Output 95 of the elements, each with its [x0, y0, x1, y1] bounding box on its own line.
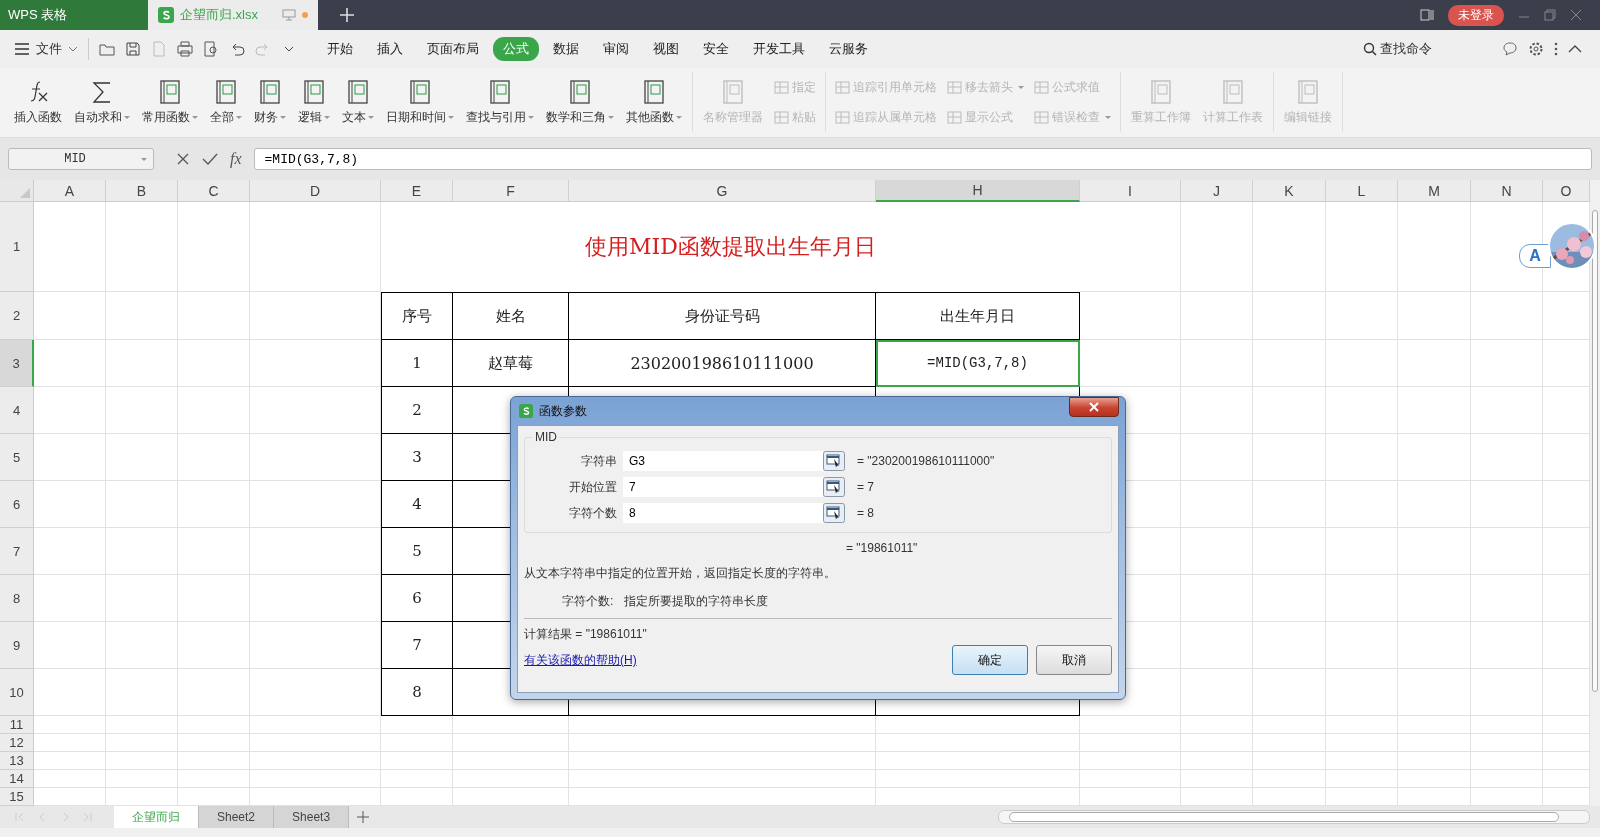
menu-tab[interactable]: 审阅: [593, 37, 639, 61]
menu-tab[interactable]: 插入: [367, 37, 413, 61]
argument-result: = 8: [857, 506, 874, 520]
sheet-title: 使用MID函数提取出生年月日: [381, 202, 1080, 292]
argument-result: = "230200198610111000": [857, 454, 995, 468]
row-header[interactable]: 11: [0, 716, 34, 734]
ribbon-button[interactable]: 全部: [206, 76, 246, 128]
column-header[interactable]: I: [1080, 180, 1181, 202]
argument-result: = 7: [857, 480, 874, 494]
table-cell: 8: [381, 669, 453, 716]
argument-label: 开始位置: [568, 478, 618, 496]
dialog-button[interactable]: 确定: [952, 645, 1028, 675]
sheet-tab[interactable]: Sheet2: [199, 806, 275, 828]
column-header[interactable]: O: [1543, 180, 1590, 202]
ribbon-button[interactable]: 数学和三角: [542, 76, 618, 128]
ribbon-button[interactable]: 自动求和: [70, 76, 134, 128]
table-cell: 7: [381, 622, 453, 669]
menu-tab[interactable]: 数据: [543, 37, 589, 61]
row-header[interactable]: 12: [0, 734, 34, 752]
argument-name: 字符个数:: [562, 593, 615, 610]
function-description: 从文本字符串中指定的位置开始，返回指定长度的字符串。: [524, 565, 837, 582]
argument-field[interactable]: 7: [623, 477, 823, 497]
help-link[interactable]: 有关该函数的帮助(H): [524, 651, 637, 669]
login-button[interactable]: 未登录: [1448, 4, 1504, 26]
calculation-result: 计算结果 = "19861011": [524, 626, 648, 643]
row-header[interactable]: 5: [0, 434, 34, 481]
row-header[interactable]: 14: [0, 770, 34, 788]
dialog-title: 函数参数: [539, 402, 587, 420]
table-header-cell: 姓名: [453, 292, 569, 340]
menu-tab[interactable]: 开始: [317, 37, 363, 61]
table-cell: 230200198610111000: [569, 340, 876, 387]
column-header[interactable]: D: [250, 180, 381, 202]
argument-description: 指定所要提取的字符串长度: [624, 593, 768, 610]
ribbon-button[interactable]: 文本: [338, 76, 378, 128]
table-cell: 6: [381, 575, 453, 622]
column-header[interactable]: L: [1326, 180, 1398, 202]
menu-tab[interactable]: 页面布局: [417, 37, 489, 61]
row-header[interactable]: 6: [0, 481, 34, 528]
function-name: MID: [534, 430, 558, 444]
menu-tab[interactable]: 开发工具: [743, 37, 815, 61]
column-header[interactable]: B: [106, 180, 178, 202]
argument-field[interactable]: G3: [623, 451, 823, 471]
column-header[interactable]: E: [381, 180, 453, 202]
table-header-cell: 序号: [381, 292, 453, 340]
argument-label: 字符个数: [568, 504, 618, 522]
menu-tab[interactable]: 视图: [643, 37, 689, 61]
dialog-button[interactable]: 取消: [1036, 645, 1112, 675]
row-header[interactable]: 13: [0, 752, 34, 770]
floating-button[interactable]: A: [1519, 244, 1551, 268]
row-header[interactable]: 8: [0, 575, 34, 622]
row-header[interactable]: 2: [0, 292, 34, 340]
name-box[interactable]: MID: [8, 148, 154, 170]
column-header[interactable]: N: [1471, 180, 1543, 202]
table-header-cell: 出生年月日: [876, 292, 1080, 340]
table-cell: 4: [381, 481, 453, 528]
ribbon-button[interactable]: 插入函数: [10, 76, 66, 128]
column-header[interactable]: A: [34, 180, 106, 202]
column-header[interactable]: M: [1398, 180, 1471, 202]
ribbon-button[interactable]: 常用函数: [138, 76, 202, 128]
app-tab[interactable]: WPS 表格: [0, 0, 148, 30]
row-header[interactable]: 10: [0, 669, 34, 716]
table-cell: =MID(G3,7,8): [876, 340, 1080, 387]
formula-result: = "19861011": [846, 541, 919, 555]
formula-field[interactable]: =MID(G3,7,8): [253, 148, 1592, 170]
ribbon-button[interactable]: 财务: [250, 76, 290, 128]
column-header[interactable]: J: [1181, 180, 1253, 202]
ribbon-button[interactable]: 其他函数: [622, 76, 686, 128]
table-cell: 1: [381, 340, 453, 387]
row-header[interactable]: 1: [0, 202, 34, 292]
ribbon-button[interactable]: 日期和时间: [382, 76, 458, 128]
menu-tab[interactable]: 安全: [693, 37, 739, 61]
row-header[interactable]: 4: [0, 387, 34, 434]
table-cell: 2: [381, 387, 453, 434]
table-header-cell: 身份证号码: [569, 292, 876, 340]
insert-function-button[interactable]: fx: [230, 150, 242, 168]
row-header[interactable]: 3: [0, 340, 34, 387]
menu-tab[interactable]: 云服务: [819, 37, 878, 61]
row-header[interactable]: 15: [0, 788, 34, 806]
table-cell: 5: [381, 528, 453, 575]
column-header[interactable]: G: [569, 180, 876, 202]
column-header[interactable]: F: [453, 180, 569, 202]
table-cell: 赵草莓: [453, 340, 569, 387]
argument-label: 字符串: [580, 452, 618, 470]
file-menu[interactable]: 文件: [14, 40, 78, 58]
column-header[interactable]: K: [1253, 180, 1326, 202]
argument-field[interactable]: 8: [623, 503, 823, 523]
table-cell: 3: [381, 434, 453, 481]
sheet-tab[interactable]: Sheet3: [274, 806, 350, 828]
command-search[interactable]: 查找命令: [1363, 40, 1432, 58]
column-header[interactable]: H: [876, 180, 1080, 202]
row-header[interactable]: 7: [0, 528, 34, 575]
ribbon-button[interactable]: 查找与引用: [462, 76, 538, 128]
column-header[interactable]: C: [178, 180, 250, 202]
ribbon-button[interactable]: 逻辑: [294, 76, 334, 128]
row-header[interactable]: 9: [0, 622, 34, 669]
